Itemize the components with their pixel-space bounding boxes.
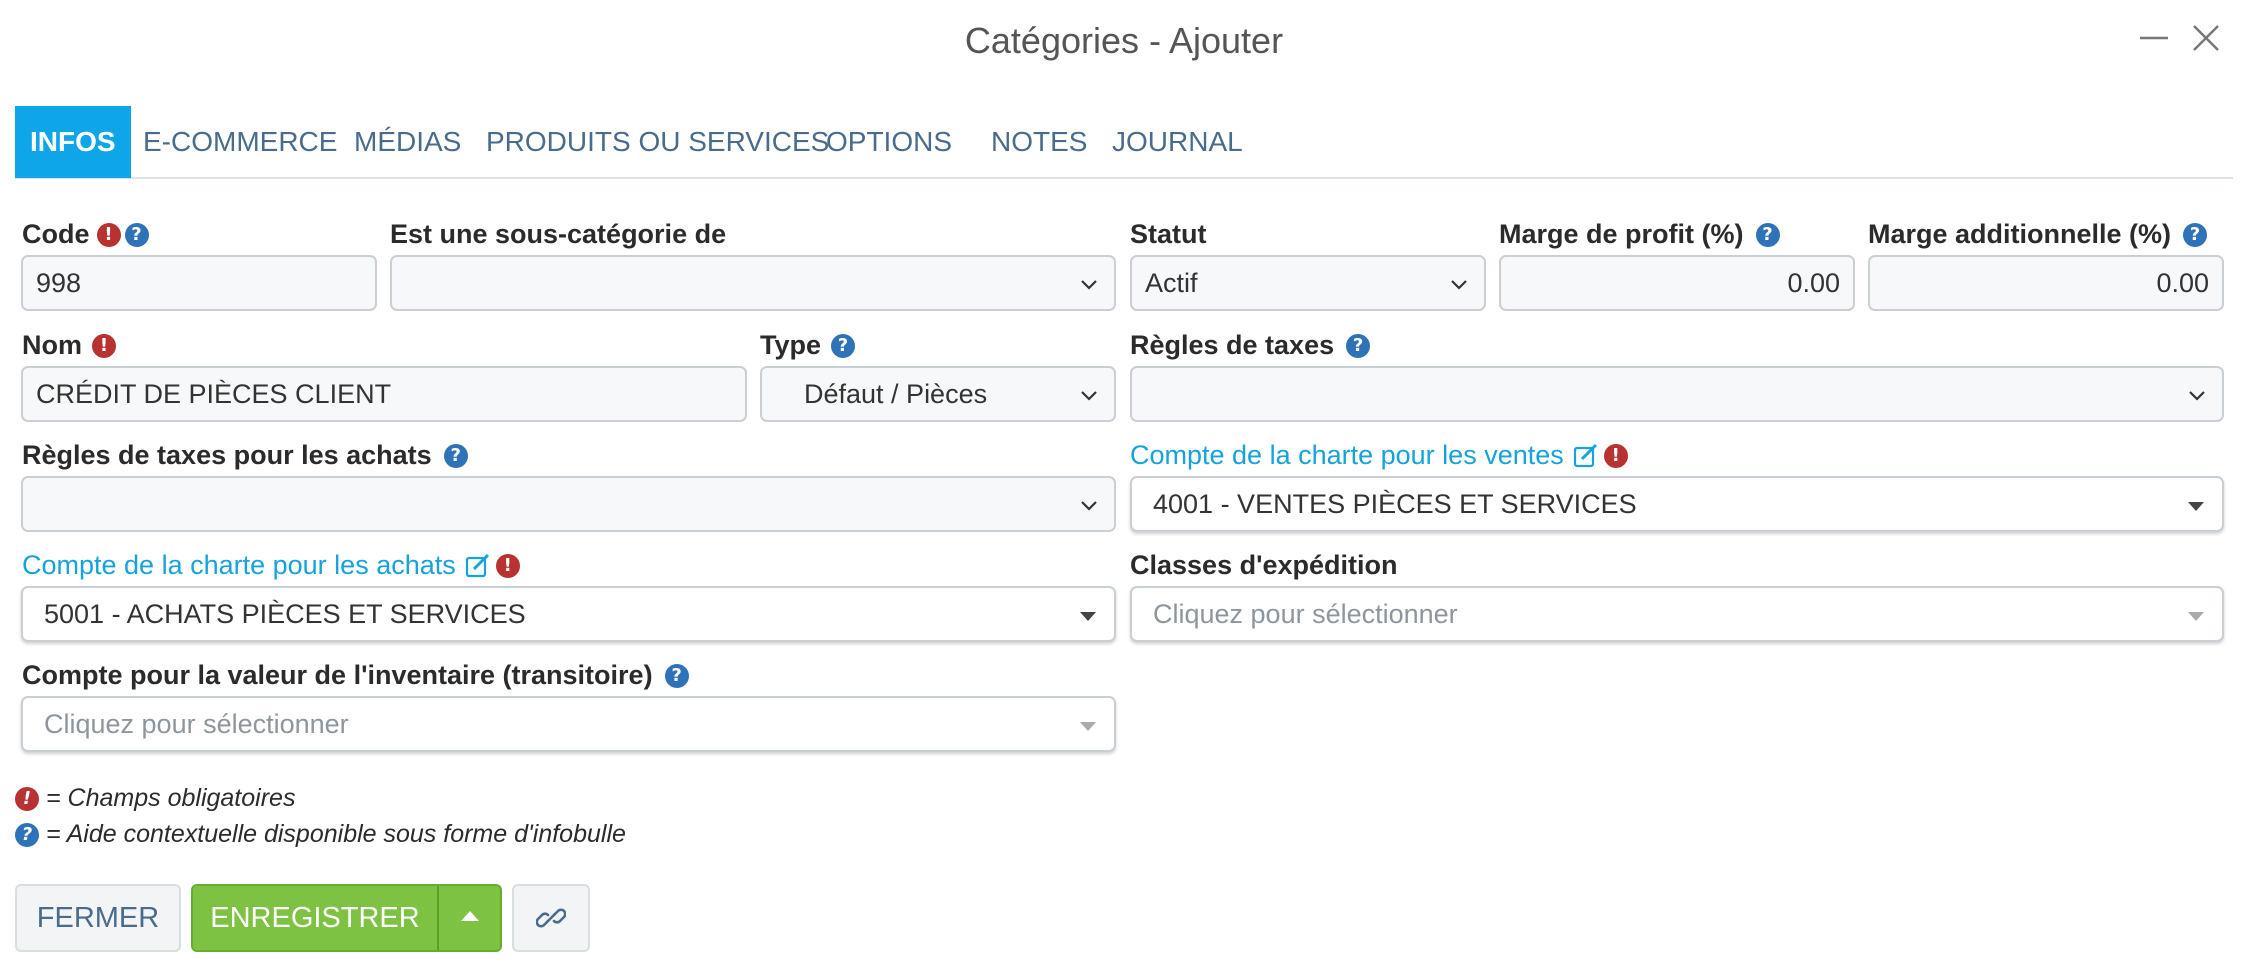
code-input[interactable]: 998 (21, 255, 377, 311)
help-icon: ? (15, 822, 39, 847)
tab-bar: INFOS E-COMMERCE MÉDIAS PRODUITS OU SERV… (15, 106, 2233, 179)
compte-achats-value: 5001 - ACHATS PIÈCES ET SERVICES (44, 598, 526, 629)
classes-expedition-label-text: Classes d'expédition (1130, 550, 1398, 580)
help-icon[interactable]: ? (664, 663, 689, 688)
caret-down-icon (1080, 722, 1096, 731)
link-icon (536, 908, 566, 928)
fermer-button[interactable]: FERMER (15, 884, 181, 952)
chevron-down-icon (1081, 501, 1097, 511)
edit-icon[interactable] (464, 552, 492, 580)
legend-required: ! = Champs obligatoires (15, 784, 295, 813)
link-button[interactable] (512, 884, 590, 952)
help-icon[interactable]: ? (1755, 222, 1780, 247)
code-label-text: Code (22, 219, 90, 249)
chevron-down-icon (2189, 391, 2205, 401)
compte-ventes-label-text[interactable]: Compte de la charte pour les ventes (1130, 440, 1564, 471)
caret-down-icon (1080, 612, 1096, 621)
enregistrer-button[interactable]: ENREGISTRER (193, 886, 437, 950)
tab-infos[interactable]: INFOS (15, 106, 131, 178)
required-icon: ! (92, 333, 116, 358)
nom-input[interactable]: CRÉDIT DE PIÈCES CLIENT (21, 366, 747, 422)
dialog-title: Catégories - Ajouter (964, 20, 1284, 61)
compte-achats-label[interactable]: Compte de la charte pour les achats ! (22, 550, 520, 581)
caret-down-icon (2188, 502, 2204, 511)
marge-additionnelle-label-text: Marge additionnelle (%) (1868, 219, 2172, 249)
marge-profit-label: Marge de profit (%) ? (1499, 219, 1780, 250)
regles-taxes-achats-label-text: Règles de taxes pour les achats (22, 440, 432, 470)
statut-label: Statut (1130, 219, 1207, 250)
regles-taxes-label: Règles de taxes ? (1130, 330, 1371, 361)
compte-inventaire-label: Compte pour la valeur de l'inventaire (t… (22, 660, 689, 691)
help-icon[interactable]: ? (831, 333, 856, 358)
legend-help: ? = Aide contextuelle disponible sous fo… (15, 820, 626, 849)
tab-produits-ou-services[interactable]: PRODUITS OU SERVICES (471, 106, 844, 178)
tab-journal[interactable]: JOURNAL (1097, 106, 1258, 178)
marge-additionnelle-label: Marge additionnelle (%) ? (1868, 219, 2208, 250)
edit-icon[interactable] (1572, 442, 1600, 470)
parent-category-label: Est une sous-catégorie de (390, 219, 726, 250)
classes-expedition-placeholder: Cliquez pour sélectionner (1153, 598, 1458, 629)
regles-taxes-select[interactable] (1130, 366, 2224, 422)
nom-label: Nom ! (22, 330, 116, 361)
statut-select[interactable]: Actif (1130, 255, 1486, 311)
marge-profit-label-text: Marge de profit (%) (1499, 219, 1744, 249)
compte-ventes-select[interactable]: 4001 - VENTES PIÈCES ET SERVICES (1130, 476, 2224, 532)
required-icon: ! (495, 553, 520, 578)
regles-taxes-achats-select[interactable] (21, 476, 1116, 532)
compte-achats-select[interactable]: 5001 - ACHATS PIÈCES ET SERVICES (21, 586, 1116, 642)
enregistrer-button-group: ENREGISTRER (191, 884, 502, 952)
compte-achats-label-text[interactable]: Compte de la charte pour les achats (22, 550, 456, 581)
legend-required-text: = Champs obligatoires (46, 784, 296, 812)
type-label: Type ? (760, 330, 856, 361)
statut-label-text: Statut (1130, 219, 1207, 249)
dialog-titlebar: Catégories - Ajouter (0, 0, 2248, 80)
chevron-down-icon (1451, 280, 1467, 290)
chevron-down-icon (1081, 391, 1097, 401)
nom-label-text: Nom (22, 330, 82, 360)
required-icon: ! (96, 222, 121, 247)
compte-inventaire-placeholder: Cliquez pour sélectionner (44, 708, 349, 739)
marge-profit-input[interactable]: 0.00 (1499, 255, 1855, 311)
type-value: Défaut / Pièces (804, 378, 988, 409)
parent-category-label-text: Est une sous-catégorie de (390, 219, 727, 249)
regles-taxes-achats-label: Règles de taxes pour les achats ? (22, 440, 468, 471)
tab-medias[interactable]: MÉDIAS (339, 106, 476, 178)
classes-expedition-label: Classes d'expédition (1130, 550, 1398, 581)
caret-down-icon (2188, 612, 2204, 621)
type-select[interactable]: Défaut / Pièces (760, 366, 1116, 422)
compte-ventes-label[interactable]: Compte de la charte pour les ventes ! (1130, 440, 1628, 471)
close-icon[interactable] (2186, 18, 2226, 58)
help-icon[interactable]: ? (443, 443, 468, 468)
code-label: Code ! ? (22, 219, 149, 250)
required-icon: ! (1603, 443, 1628, 468)
help-icon[interactable]: ? (124, 222, 149, 247)
regles-taxes-label-text: Règles de taxes (1130, 330, 1335, 360)
tab-e-commerce[interactable]: E-COMMERCE (128, 106, 352, 178)
caret-up-icon[interactable] (461, 911, 479, 921)
statut-value: Actif (1145, 267, 1198, 298)
minimize-icon[interactable] (2134, 18, 2174, 58)
help-icon[interactable]: ? (2183, 222, 2208, 247)
required-icon: ! (15, 786, 39, 811)
chevron-down-icon (1081, 280, 1097, 290)
legend-help-text: = Aide contextuelle disponible sous form… (46, 820, 626, 848)
compte-inventaire-label-text: Compte pour la valeur de l'inventaire (t… (22, 660, 653, 690)
button-separator (437, 886, 439, 950)
compte-ventes-value: 4001 - VENTES PIÈCES ET SERVICES (1153, 488, 1637, 519)
tab-options[interactable]: OPTIONS (811, 106, 967, 178)
type-label-text: Type (760, 330, 822, 360)
parent-category-select[interactable] (390, 255, 1116, 311)
marge-additionnelle-input[interactable]: 0.00 (1868, 255, 2224, 311)
compte-inventaire-select[interactable]: Cliquez pour sélectionner (21, 696, 1116, 752)
help-icon[interactable]: ? (1346, 333, 1371, 358)
classes-expedition-select[interactable]: Cliquez pour sélectionner (1130, 586, 2224, 642)
tab-notes[interactable]: NOTES (976, 106, 1102, 178)
